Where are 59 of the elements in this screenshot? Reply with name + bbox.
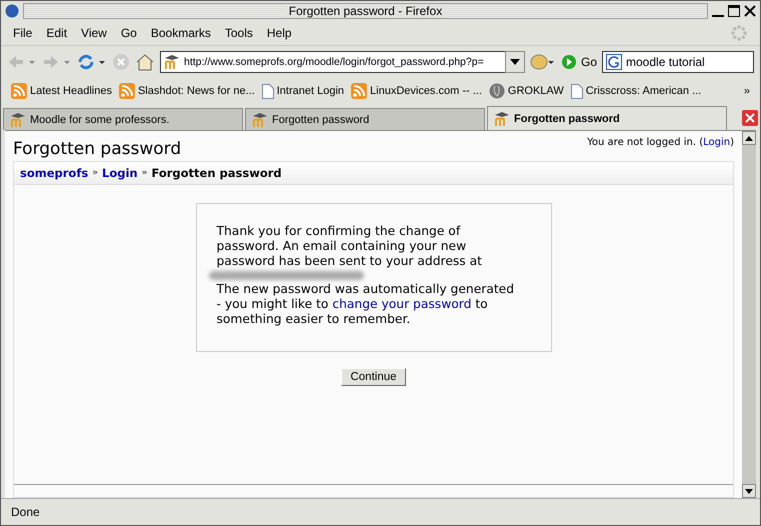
bookmark-link[interactable]: Latest Headlines [30,85,112,97]
menu-item[interactable]: Edit [46,26,76,40]
bookmark-link[interactable]: GROKLAW [508,85,564,97]
moodle-logo-icon [164,55,180,69]
menu-item[interactable]: Tools [224,26,261,40]
up-arrow-icon [745,136,753,140]
breadcrumb-link[interactable]: Login [102,166,138,180]
menu-item[interactable]: View [81,26,115,40]
scroll-up-button[interactable] [742,131,756,145]
confirmation-text: Thank you for confirming the change of password. An email containing your new password has been sent to your address at [216,224,483,269]
browser-tab[interactable]: Moodle for some professors. [3,108,243,130]
bookmark-link[interactable]: Intranet Login [276,85,344,97]
page-icon [570,84,583,98]
down-arrow-icon [745,488,753,494]
rss-feed-icon [11,83,27,99]
scroll-down-button[interactable] [742,484,756,498]
reload-button[interactable] [77,53,107,71]
password-hint-text: The new password was automatically generated - you might like to change your password to something easier to remember. [216,282,516,327]
close-icon[interactable] [744,5,756,17]
bookmark-link[interactable]: Crisscross: American ... [586,85,702,97]
more-bookmarks-button[interactable]: » [744,85,750,97]
globe-icon [5,4,19,18]
menu-item[interactable]: Bookmarks [150,26,219,40]
breadcrumb-separator: » [142,168,148,178]
menu-item[interactable]: File [13,26,40,40]
status-text: Done [1,498,760,525]
page-heading: Forgotten password [13,139,182,159]
moodle-logo-icon [494,112,510,126]
leaf-icon [488,83,505,99]
search-engine-icon[interactable] [606,54,622,70]
maximize-button[interactable] [728,5,740,17]
page-icon [262,84,274,98]
menu-item[interactable]: Go [120,26,145,40]
caret-icon [510,59,520,65]
login-link[interactable]: Login [703,137,730,148]
login-status: You are not logged in. (Login) [587,137,734,148]
moodle-logo-icon [10,112,26,126]
window-title: Forgotten password - Firefox [282,4,448,18]
browser-tab[interactable]: Forgotten password [487,106,727,130]
address-field[interactable]: http://www.someprofs.org/moodle/login/forgot_password.php?p= [160,51,506,73]
play-icon [561,54,577,70]
bookmark-link[interactable]: Slashdot: News for ne... [138,85,255,97]
bookmark-link[interactable]: LinuxDevices.com -- ... [370,85,482,97]
search-field[interactable]: moodle tutorial [602,51,754,73]
breadcrumb-current: Forgotten password [151,166,282,180]
rss-feed-icon [351,83,368,99]
throbber-icon [730,24,748,42]
moodle-logo-icon [252,112,268,126]
close-tab-icon[interactable] [742,110,758,126]
menu-item[interactable]: Help [266,26,300,40]
go-button[interactable]: Go [561,54,598,70]
breadcrumb-link[interactable]: someprofs [20,166,88,180]
breadcrumb-separator: » [92,168,98,178]
rss-feed-icon [118,83,135,99]
continue-button[interactable]: Continue [341,368,406,386]
dropdown-button[interactable] [505,51,525,73]
change-password-link[interactable]: change your password [332,297,472,311]
browser-tab[interactable]: Forgotten password [245,108,485,130]
home-button[interactable] [135,53,155,71]
